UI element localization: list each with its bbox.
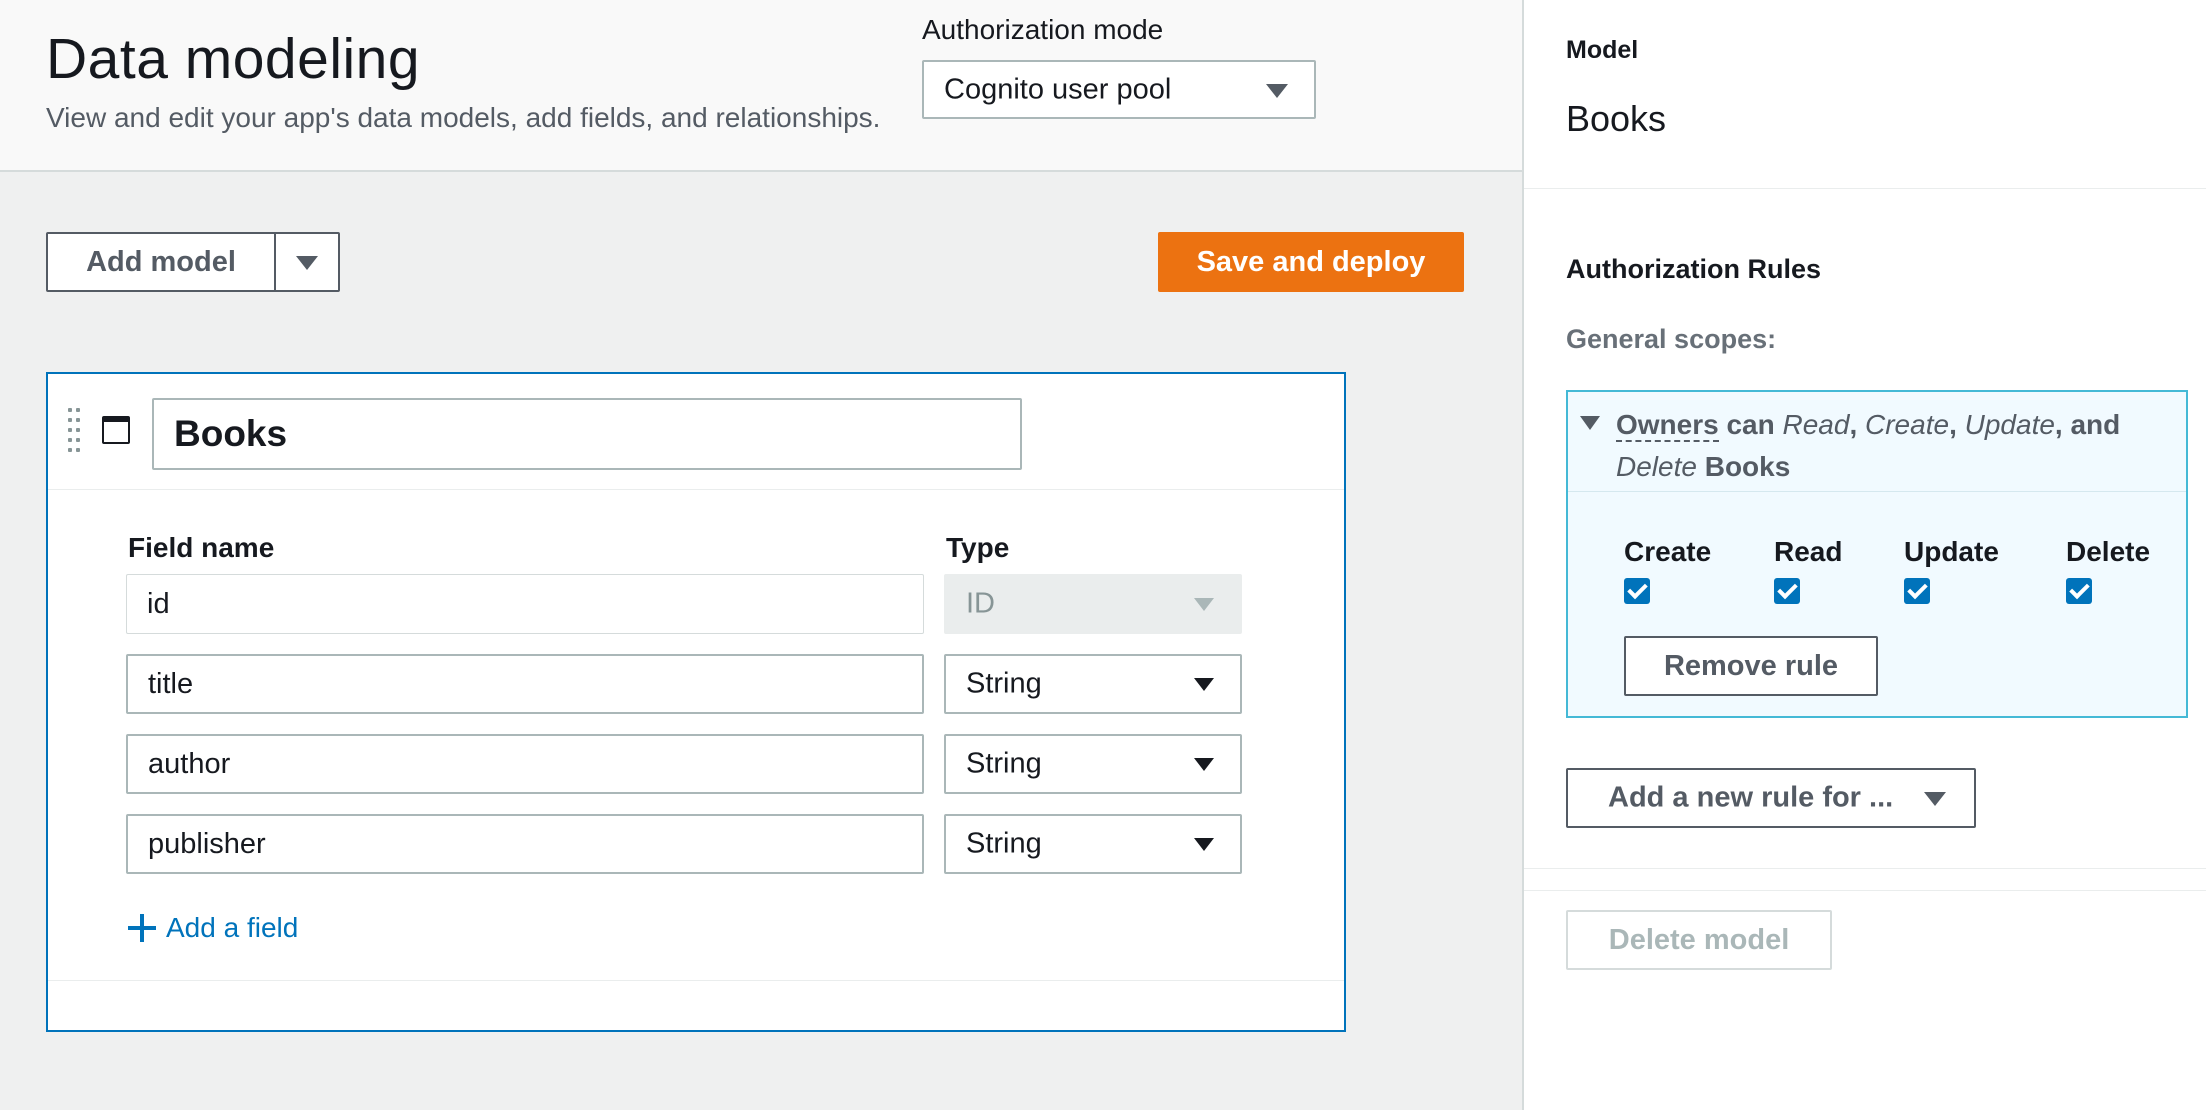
rule-summary: Owners can Read, Create, Update, and Del… bbox=[1616, 409, 2121, 482]
caret-down-icon bbox=[1194, 598, 1214, 611]
caret-down-icon bbox=[1266, 84, 1288, 98]
collapse-caret-icon[interactable] bbox=[1580, 416, 1600, 430]
field-type-value: ID bbox=[966, 587, 995, 620]
field-name-input[interactable]: publisher bbox=[126, 814, 924, 874]
page-subtitle: View and edit your app's data models, ad… bbox=[46, 102, 881, 133]
field-type-select[interactable]: String bbox=[944, 734, 1242, 794]
permission-delete-label: Delete bbox=[2066, 536, 2151, 567]
rule-text-model: Books bbox=[1704, 451, 1791, 482]
caret-down-icon bbox=[1194, 758, 1214, 771]
update-checkbox[interactable] bbox=[1904, 578, 1930, 604]
plus-icon bbox=[128, 914, 156, 942]
add-rule-dropdown[interactable]: Add a new rule for ... bbox=[1566, 768, 1976, 828]
model-card-header: Books bbox=[48, 374, 1344, 490]
rule-text-update: Update bbox=[1964, 409, 2055, 440]
authorization-rule: Owners can Read, Create, Update, and Del… bbox=[1566, 390, 2188, 718]
rule-text-delete: Delete bbox=[1616, 451, 1697, 482]
add-model-split-button[interactable]: Add model bbox=[46, 232, 340, 292]
add-field-label: Add a field bbox=[166, 912, 299, 943]
caret-down-icon bbox=[1194, 678, 1214, 691]
authorization-mode-select[interactable]: Cognito user pool bbox=[922, 60, 1316, 119]
rule-text-create: Create bbox=[1865, 409, 1950, 440]
main-content: Data modeling View and edit your app's d… bbox=[0, 0, 1522, 1110]
divider bbox=[1524, 868, 2206, 869]
authorization-rules-title: Authorization Rules bbox=[1566, 254, 1821, 284]
field-type-value: String bbox=[966, 827, 1042, 860]
split-divider bbox=[274, 234, 276, 290]
field-type-select: ID bbox=[944, 574, 1242, 634]
permission-create-label: Create bbox=[1624, 536, 1712, 567]
delete-checkbox[interactable] bbox=[2066, 578, 2092, 604]
rule-text-can: can bbox=[1726, 409, 1775, 440]
field-type-value: String bbox=[966, 747, 1042, 780]
field-type-value: String bbox=[966, 667, 1042, 700]
delete-model-button[interactable]: Delete model bbox=[1566, 910, 1832, 970]
caret-down-icon bbox=[1924, 792, 1946, 806]
read-checkbox[interactable] bbox=[1774, 578, 1800, 604]
create-checkbox[interactable] bbox=[1624, 578, 1650, 604]
field-type-select[interactable]: String bbox=[944, 654, 1242, 714]
model-label: Model bbox=[1566, 36, 1639, 64]
page-title: Data modeling bbox=[46, 27, 421, 91]
rule-text-read: Read bbox=[1782, 409, 1850, 440]
field-name-input[interactable]: author bbox=[126, 734, 924, 794]
add-rule-label: Add a new rule for ... bbox=[1608, 781, 1894, 814]
owners-term[interactable]: Owners bbox=[1616, 409, 1719, 442]
divider bbox=[1524, 890, 2206, 891]
model-name-input[interactable]: Books bbox=[152, 398, 1022, 470]
model-card: Books Field name Type id ID title String… bbox=[46, 372, 1346, 1032]
field-name-input[interactable]: title bbox=[126, 654, 924, 714]
authorization-mode-label: Authorization mode bbox=[922, 14, 1164, 45]
divider bbox=[1524, 188, 2206, 189]
save-and-deploy-button[interactable]: Save and deploy bbox=[1158, 232, 1464, 292]
authorization-mode-value: Cognito user pool bbox=[944, 73, 1172, 105]
type-header: Type bbox=[946, 532, 1010, 563]
add-field-link[interactable]: Add a field bbox=[128, 912, 298, 944]
drag-handle-icon[interactable] bbox=[68, 408, 82, 456]
page-header: Data modeling View and edit your app's d… bbox=[0, 0, 1522, 172]
add-model-button[interactable]: Add model bbox=[48, 234, 274, 290]
remove-rule-button[interactable]: Remove rule bbox=[1624, 636, 1878, 696]
field-name-input: id bbox=[126, 574, 924, 634]
permission-read-label: Read bbox=[1774, 536, 1843, 567]
rule-header[interactable]: Owners can Read, Create, Update, and Del… bbox=[1568, 392, 2186, 492]
permission-update-label: Update bbox=[1904, 536, 1999, 567]
model-side-panel: Model Books Authorization Rules General … bbox=[1522, 0, 2206, 1110]
caret-down-icon bbox=[1194, 838, 1214, 851]
general-scopes-label: General scopes: bbox=[1566, 324, 1777, 354]
card-footer-divider bbox=[48, 980, 1344, 981]
model-window-icon bbox=[102, 416, 130, 444]
field-name-header: Field name bbox=[128, 532, 275, 563]
rule-text-and: and bbox=[2070, 409, 2121, 440]
model-name: Books bbox=[1566, 98, 1667, 139]
add-model-dropdown-caret-icon[interactable] bbox=[296, 256, 318, 270]
field-type-select[interactable]: String bbox=[944, 814, 1242, 874]
